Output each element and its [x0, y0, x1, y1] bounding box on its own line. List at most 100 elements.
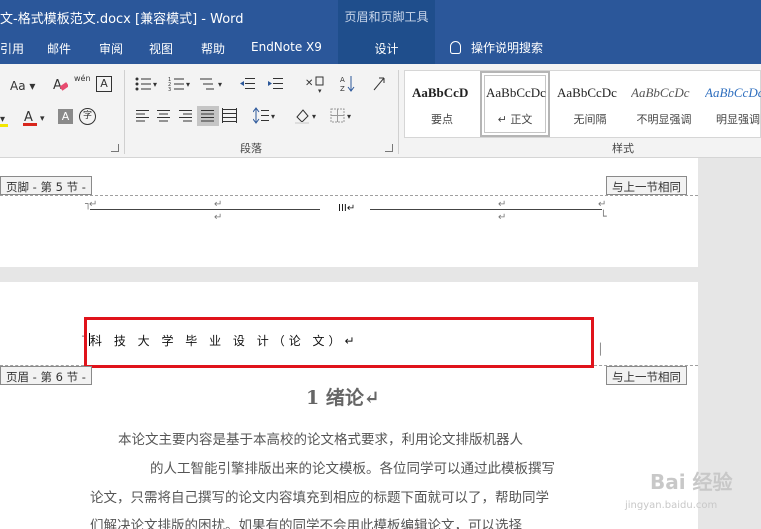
svg-text:3: 3 — [168, 87, 171, 92]
tell-me-label: 操作说明搜索 — [471, 41, 544, 55]
svg-text:▾: ▾ — [271, 112, 275, 121]
tab-mailings[interactable]: 邮件 — [47, 40, 71, 57]
footer-boundary-line — [0, 195, 698, 196]
footer-rule-left — [90, 209, 320, 210]
decrease-indent-icon[interactable] — [240, 76, 256, 95]
sort-icon[interactable]: AZ — [340, 74, 356, 97]
style-intense-emphasis[interactable]: AaBbCcDc 明显强调 — [701, 71, 761, 137]
footer-section-tag: 页脚 - 第 5 节 - — [0, 176, 92, 195]
svg-text:▾: ▾ — [153, 80, 157, 89]
style-sample: AaBbCcDc — [705, 85, 761, 100]
chinese-layout-icon[interactable]: ✕ ▾ — [305, 74, 329, 97]
show-hide-marks-icon[interactable] — [372, 76, 386, 95]
svg-text:▾: ▾ — [347, 112, 351, 121]
svg-text:▾: ▾ — [40, 114, 45, 124]
svg-text:A: A — [24, 110, 33, 125]
clear-formatting-icon[interactable]: A — [52, 76, 69, 95]
shade-glyph: A — [61, 110, 70, 123]
style-name: 无间隔 — [573, 113, 607, 126]
multilevel-list-icon[interactable]: ▾ — [200, 76, 226, 95]
align-right-icon[interactable] — [179, 109, 193, 126]
align-left-icon[interactable] — [136, 109, 150, 126]
bullets-icon[interactable]: ▾ — [135, 76, 159, 95]
font-color-icon[interactable]: A ▾ — [22, 108, 50, 131]
paragraph-mark: ↵ — [598, 199, 607, 210]
svg-text:Z: Z — [340, 85, 345, 93]
ribbon: Aa ▾ A wén A ▾ A ▾ A 字 ▾ 1 2 3 ▾ ▾ ✕ ▾ AZ — [0, 64, 761, 158]
link-to-previous-tag[interactable]: 与上一节相同 — [606, 366, 687, 385]
annotation-highlight-box — [84, 317, 594, 368]
tab-review[interactable]: 审阅 — [99, 40, 123, 57]
phonetic-guide-icon[interactable]: wén — [74, 74, 91, 84]
borders-icon[interactable]: ▾ — [330, 108, 356, 127]
style-sample: AaBbCcDc — [631, 85, 690, 100]
tell-me-search[interactable]: 操作说明搜索 — [450, 39, 543, 56]
change-case-label: Aa — [10, 79, 26, 93]
paragraph-group-label: 段落 — [240, 142, 262, 155]
style-no-spacing[interactable]: AaBbCcDc 无间隔 — [553, 71, 627, 137]
paragraph-mark: ↵ — [214, 199, 223, 210]
tab-view[interactable]: 视图 — [149, 40, 173, 57]
style-sample: AaBbCcDc — [486, 85, 546, 100]
numbering-icon[interactable]: 1 2 3 ▾ — [168, 76, 192, 95]
change-case-button[interactable]: Aa ▾ — [10, 79, 35, 93]
style-name: 明显强调 — [716, 113, 760, 126]
enclose-characters-icon[interactable]: 字 — [79, 108, 96, 125]
increase-indent-icon[interactable] — [268, 76, 284, 95]
paragraph-mark: ↵ — [498, 199, 507, 210]
style-name: ↵ 正文 — [497, 113, 533, 126]
line-spacing-icon[interactable]: ▾ — [252, 107, 279, 128]
distributed-icon[interactable] — [222, 108, 238, 127]
paragraph-line[interactable]: 本论文主要内容是基于本高校的论文格式要求，利用论文排版机器人 — [118, 428, 523, 448]
style-key-points[interactable]: AaBbCcD 要点 — [405, 71, 479, 137]
style-name: 要点 — [431, 113, 453, 126]
style-sample: AaBbCcD — [412, 85, 469, 100]
justify-icon[interactable] — [197, 106, 219, 126]
lightbulb-icon — [450, 41, 461, 54]
svg-text:✕: ✕ — [305, 78, 313, 89]
header-section-tag: 页眉 - 第 6 节 - — [0, 366, 92, 385]
align-center-icon[interactable] — [157, 109, 171, 126]
tab-endnote[interactable]: EndNote X9 — [251, 40, 322, 54]
shading-icon[interactable]: ▾ — [294, 107, 320, 128]
footer-page-number[interactable]: III↵ — [338, 203, 355, 214]
group-separator — [124, 70, 125, 154]
corner-mark: │ — [597, 343, 604, 356]
paragraph-line[interactable]: 们解决论文排版的困扰。如果有的同学不会用此模板编辑论文，可以选择 — [90, 514, 522, 529]
phonetic-guide-label: wén — [74, 74, 91, 83]
character-shading-icon[interactable]: A — [58, 109, 73, 124]
style-sample: AaBbCcDc — [557, 85, 617, 100]
group-separator — [398, 70, 399, 154]
highlight-color-icon[interactable]: ▾ — [0, 110, 12, 131]
paragraph-dialog-launcher[interactable] — [385, 144, 393, 152]
window-title: 文-格式模板范文.docx [兼容模式] - Word — [0, 12, 244, 27]
style-subtle-emphasis[interactable]: AaBbCcDc 不明显强调 — [627, 71, 701, 137]
font-dialog-launcher[interactable] — [111, 144, 119, 152]
style-normal[interactable]: AaBbCcDc ↵ 正文 — [480, 71, 550, 137]
svg-text:▾: ▾ — [0, 114, 5, 125]
svg-text:A: A — [53, 78, 62, 92]
paragraph-mark: ↵ — [498, 212, 507, 223]
tab-help[interactable]: 帮助 — [201, 40, 225, 57]
chapter-heading[interactable]: 1 绪论↵ — [306, 383, 380, 410]
style-name: 不明显强调 — [636, 113, 692, 126]
ribbon-tab-bar: 引用 邮件 审阅 视图 帮助 EndNote X9 设计 操作说明搜索 — [0, 32, 761, 64]
styles-group-label: 样式 — [612, 142, 634, 155]
tab-references[interactable]: 引用 — [0, 40, 24, 57]
link-to-previous-tag[interactable]: 与上一节相同 — [606, 176, 687, 195]
watermark-logo: Bai 经验 — [650, 470, 733, 494]
vertical-scrollbar[interactable] — [740, 158, 761, 529]
svg-text:▾: ▾ — [186, 80, 190, 89]
contextual-tab-header: 页眉和页脚工具 — [344, 10, 429, 24]
tab-design[interactable]: 设计 — [338, 32, 435, 64]
svg-text:A: A — [340, 76, 345, 84]
paragraph-line[interactable]: 论文，只需将自己撰写的论文内容填充到相应的标题下面就可以了，帮助同学 — [90, 486, 549, 506]
styles-gallery: AaBbCcD 要点 AaBbCcDc ↵ 正文 AaBbCcDc 无间隔 Aa… — [404, 70, 761, 138]
character-border-icon[interactable]: A — [96, 76, 112, 92]
svg-text:▾: ▾ — [218, 80, 222, 89]
corner-mark: └ — [600, 210, 607, 223]
svg-text:▾: ▾ — [318, 87, 322, 94]
enclose-glyph: 字 — [82, 111, 92, 121]
paragraph-mark: ↵ — [214, 212, 223, 223]
paragraph-line[interactable]: 的人工智能引擎排版出来的论文模板。各位同学可以通过此模板撰写 — [150, 457, 555, 477]
